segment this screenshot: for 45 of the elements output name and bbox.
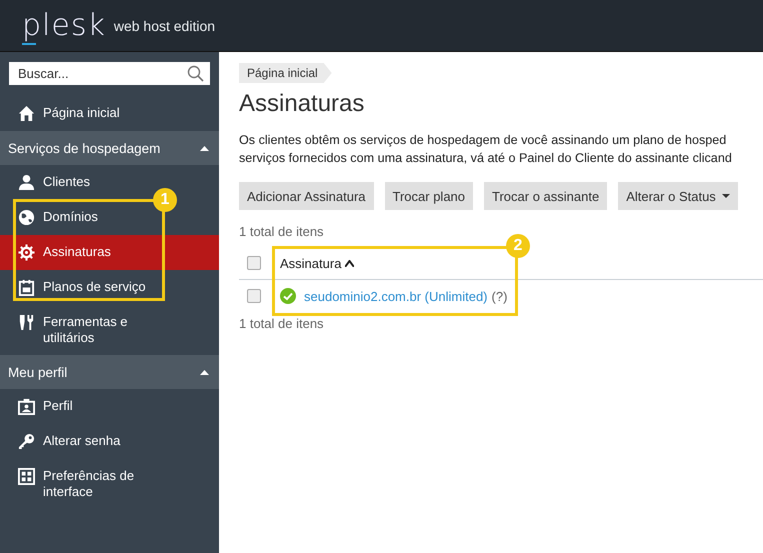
item-count: 1 total de itens	[239, 224, 325, 240]
edition-label: web host edition	[114, 18, 216, 34]
toolbar-button[interactable]: Adicionar Assinatura	[239, 182, 374, 210]
help-link[interactable]: (?)	[492, 288, 508, 304]
sidebar-item[interactable]: Domínios	[0, 200, 108, 235]
toolbar-button[interactable]: Alterar o Status	[618, 182, 738, 210]
caret-icon	[200, 146, 209, 150]
column-header[interactable]: Assinatura	[280, 256, 342, 270]
section-header[interactable]: Serviços de hospedagem	[0, 131, 219, 165]
subscription-link[interactable]: seudominio2.com.br (Unlimited)	[304, 288, 488, 304]
description-text: serviços fornecidos com uma assinatura, vá até o Painel do Cliente do assinante clicand	[239, 150, 733, 167]
sidebar-item[interactable]: Ferramentas e utilitários	[0, 305, 173, 355]
sidebar-item[interactable]: Preferências de interface	[0, 459, 173, 509]
section-header[interactable]: Meu perfil	[0, 355, 219, 389]
globe-icon	[18, 209, 35, 226]
user-icon	[18, 174, 35, 191]
id-card-icon	[18, 398, 35, 415]
search-icon	[187, 65, 204, 82]
key-icon	[18, 433, 35, 450]
checkbox[interactable]	[247, 256, 261, 270]
grid-icon	[18, 468, 35, 485]
toolbar-button[interactable]: Trocar plano	[384, 182, 474, 210]
annotation-badge: 1	[153, 188, 177, 212]
item-count: 1 total de itens	[239, 316, 325, 332]
sidebar-item[interactable]: Perfil	[0, 389, 83, 424]
sidebar-item[interactable]: Alterar senha	[0, 424, 130, 459]
caret-icon	[200, 370, 209, 374]
annotation-badge: 2	[506, 234, 530, 258]
checkbox[interactable]	[247, 289, 261, 303]
sort-icon	[345, 260, 354, 266]
home-icon	[18, 105, 35, 122]
sidebar-item[interactable]: Assinaturas	[0, 235, 121, 270]
page-title: Assinaturas	[239, 89, 366, 119]
tools-icon	[18, 314, 35, 331]
toolbar-button[interactable]: Trocar o assinante	[484, 182, 608, 210]
description-text: Os clientes obtêm os serviços de hospedagem de você assinando um plano de hosped	[239, 132, 728, 149]
sidebar-item[interactable]: Página inicial	[0, 96, 130, 131]
check-circle-icon	[280, 288, 296, 304]
breadcrumb[interactable]: Página inicial	[239, 63, 332, 83]
calendar-icon	[18, 279, 35, 296]
sidebar-item[interactable]: Planos de serviço	[0, 270, 156, 305]
logo: plesk	[22, 8, 106, 42]
search-field[interactable]: Buscar...	[9, 62, 210, 85]
sidebar-item[interactable]: Clientes	[0, 165, 100, 200]
gear-icon	[18, 244, 35, 261]
